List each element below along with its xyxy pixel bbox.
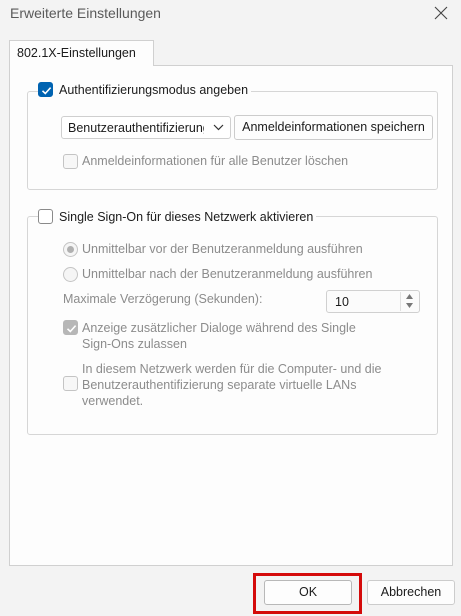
cancel-label: Abbrechen — [380, 585, 442, 599]
spin-down-icon — [406, 303, 413, 308]
separate-vlans-line2: Benutzerauthentifizierung separate virtu… — [82, 378, 357, 392]
save-credentials-label: Anmeldeinformationen speichern — [242, 120, 425, 134]
sso-after-logon-label: Unmittelbar nach der Benutzeranmeldung a… — [82, 267, 373, 281]
auth-mode-select[interactable]: Benutzerauthentifizierung — [61, 116, 231, 139]
tab-label: 802.1X-Einstellungen — [17, 46, 136, 60]
auth-mode-checkbox[interactable] — [38, 82, 53, 97]
separate-vlans-line1: In diesem Netzwerk werden für die Comput… — [82, 362, 382, 376]
spin-up-button[interactable] — [401, 292, 418, 301]
save-credentials-button[interactable]: Anmeldeinformationen speichern — [234, 115, 433, 140]
close-icon — [434, 6, 448, 20]
tab-8021x-settings[interactable]: 802.1X-Einstellungen — [9, 40, 154, 66]
max-delay-spinbox[interactable]: 10 — [326, 290, 420, 313]
max-delay-value: 10 — [335, 295, 349, 309]
sso-legend[interactable]: Single Sign-On für dieses Netzwerk aktiv… — [38, 209, 317, 224]
sso-checkbox[interactable] — [38, 209, 53, 224]
title-bar: Erweiterte Einstellungen — [0, 0, 461, 30]
separate-vlans-line3: verwendet. — [82, 394, 144, 408]
additional-dialogs-option[interactable]: Anzeige zusätzlicher Dialoge während des… — [63, 320, 356, 352]
cancel-button[interactable]: Abbrechen — [367, 580, 455, 605]
additional-dialogs-line1: Anzeige zusätzlicher Dialoge während des… — [82, 321, 356, 335]
spin-buttons — [400, 292, 418, 311]
ok-button[interactable]: OK — [264, 580, 352, 605]
separate-vlans-label: In diesem Netzwerk werden für die Comput… — [82, 361, 381, 409]
sso-before-logon-option[interactable]: Unmittelbar vor der Benutzeranmeldung au… — [63, 242, 363, 257]
additional-dialogs-label: Anzeige zusätzlicher Dialoge während des… — [82, 320, 356, 352]
chevron-down-icon — [213, 124, 224, 131]
auth-mode-label: Authentifizierungsmodus angeben — [59, 82, 249, 97]
sso-after-logon-option[interactable]: Unmittelbar nach der Benutzeranmeldung a… — [63, 267, 372, 282]
auth-mode-legend[interactable]: Authentifizierungsmodus angeben — [38, 82, 252, 97]
separate-vlans-option[interactable]: In diesem Netzwerk werden für die Comput… — [63, 361, 381, 409]
delete-credentials-checkbox[interactable] — [63, 154, 78, 169]
delete-credentials-label: Anmeldeinformationen für alle Benutzer l… — [82, 154, 349, 168]
additional-dialogs-line2: Sign-Ons zulassen — [82, 337, 187, 351]
sso-before-logon-radio[interactable] — [63, 242, 78, 257]
sso-after-logon-radio[interactable] — [63, 267, 78, 282]
max-delay-label: Maximale Verzögerung (Sekunden): — [63, 292, 263, 306]
spin-down-button[interactable] — [401, 301, 418, 310]
ok-label: OK — [298, 585, 318, 599]
window-title: Erweiterte Einstellungen — [10, 5, 161, 21]
delete-credentials-option[interactable]: Anmeldeinformationen für alle Benutzer l… — [63, 154, 348, 169]
sso-before-logon-label: Unmittelbar vor der Benutzeranmeldung au… — [82, 242, 363, 256]
auth-mode-select-value: Benutzerauthentifizierung — [68, 121, 204, 135]
spin-up-icon — [406, 294, 413, 299]
checkmark-icon — [41, 87, 52, 95]
separate-vlans-checkbox[interactable] — [63, 376, 78, 391]
auth-mode-group — [27, 91, 438, 190]
sso-label: Single Sign-On für dieses Netzwerk aktiv… — [59, 209, 314, 224]
close-button[interactable] — [421, 0, 461, 28]
additional-dialogs-checkbox[interactable] — [63, 320, 78, 335]
checkmark-icon — [66, 325, 77, 333]
